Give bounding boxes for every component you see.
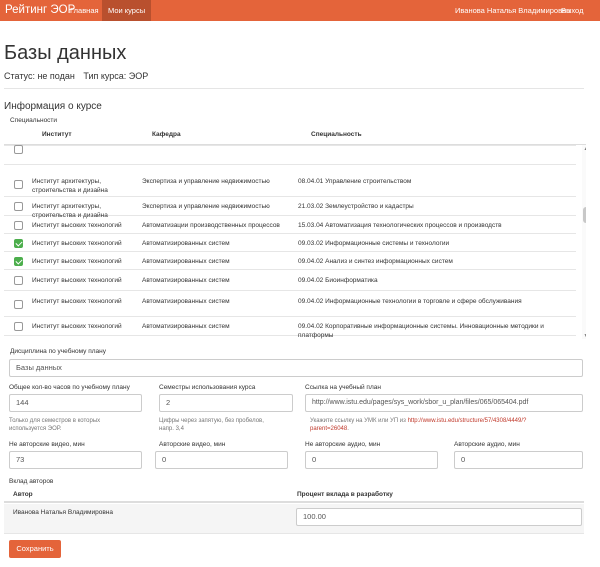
table-row[interactable]: Институт высоких технологий Автоматизиров…	[4, 317, 576, 339]
specialty-department: Автоматизированных систем	[142, 277, 230, 284]
plan-link-help-suffix: .	[347, 426, 349, 432]
specialty-checkbox[interactable]	[14, 338, 23, 339]
specialties-scrollbar[interactable]: ▲ ▼	[582, 145, 586, 339]
specialty-name: 09.03.02 Информационные системы и технол…	[298, 239, 450, 247]
specialty-checkbox[interactable]	[14, 238, 23, 248]
nav-my-courses-link[interactable]: Мои курсы	[102, 0, 152, 21]
non-author-audio-input[interactable]: 0	[305, 451, 438, 469]
author-name: Иванова Наталья Владимировна	[13, 509, 114, 516]
specialty-institute: Институт высоких технологий	[32, 298, 122, 305]
header-institute: Институт	[42, 131, 72, 138]
author-row: Иванова Наталья Владимировна 100.00	[4, 504, 584, 534]
semesters-input[interactable]: 2	[159, 394, 293, 412]
specialty-name: 15.03.04 Автоматизация технологических п…	[298, 221, 502, 229]
specialty-institute: Институт высоких технологий	[32, 221, 122, 229]
discipline-label: Дисциплина по учебному плану	[10, 348, 107, 355]
top-navbar: Рейтинг ЭОР Главная Мои курсы Иванова На…	[0, 0, 600, 21]
specialty-institute: Институт высоких технологий	[32, 239, 122, 247]
hours-input[interactable]: 144	[9, 394, 142, 412]
specialties-scroll-box[interactable]: Институт высоких технологий Вычислительно…	[4, 144, 586, 339]
semesters-label: Семестры использования курса	[159, 384, 256, 391]
table-row[interactable]: Институт архитектуры, строительства и ди…	[4, 171, 576, 197]
course-type: Тип курса: ЭОР	[83, 71, 149, 81]
table-row-clipped	[4, 145, 576, 165]
table-row[interactable]: Институт высоких технологий Автоматизиров…	[4, 270, 576, 291]
divider	[4, 88, 584, 89]
header-author: Автор	[13, 491, 33, 498]
scroll-up-arrow-icon[interactable]: ▲	[582, 145, 586, 153]
specialty-department: Экспертиза и управление недвижимостью	[142, 203, 270, 210]
course-status-line: Статус: не подан Тип курса: ЭОР	[4, 71, 154, 81]
specialty-department: Автоматизированных систем	[142, 323, 230, 330]
non-author-video-input[interactable]: 73	[9, 451, 142, 469]
header-percent: Процент вклада в разработку	[297, 491, 393, 498]
specialty-department: Экспертиза и управление недвижимостью	[142, 178, 270, 185]
scroll-down-arrow-icon[interactable]: ▼	[582, 332, 586, 339]
hours-label: Общее кол-во часов по учебному плану	[9, 384, 130, 391]
specialty-checkbox[interactable]	[14, 299, 23, 309]
non-author-video-label: Не авторские видео, мин	[9, 441, 85, 448]
specialty-checkbox[interactable]	[14, 220, 23, 230]
author-video-input[interactable]: 0	[155, 451, 288, 469]
course-status: Статус: не подан	[4, 71, 75, 81]
table-row[interactable]: Институт высоких технологий Автоматизиров…	[4, 291, 576, 317]
specialties-label: Специальности	[10, 117, 58, 124]
specialty-department: Автоматизированных систем	[142, 257, 230, 265]
author-audio-label: Авторские аудио, мин	[454, 441, 520, 448]
specialty-checkbox[interactable]	[14, 276, 23, 285]
section-title: Информация о курсе	[4, 101, 102, 112]
nav-home-link[interactable]: Главная	[64, 0, 105, 21]
nav-logout-link[interactable]: Выход	[555, 0, 589, 21]
non-author-audio-label: Не авторские аудио, мин	[305, 441, 381, 448]
table-row[interactable]: Институт архитектуры, строительства и ди…	[4, 197, 576, 219]
specialty-checkbox[interactable]	[14, 202, 23, 211]
specialty-institute: Институт высоких технологий	[32, 257, 122, 265]
plan-link-label: Ссылка на учебный план	[305, 384, 381, 391]
plan-link-input[interactable]: http://www.istu.edu/pages/sys_work/sbor_…	[305, 394, 583, 412]
specialty-checkbox[interactable]	[14, 179, 23, 189]
plan-link-help-prefix: Укажите ссылку на УМК или УП из	[310, 418, 406, 424]
authors-table-header: Автор Процент вклада в разработку	[4, 489, 584, 503]
header-department: Кафедра	[152, 131, 181, 138]
specialty-department: Автоматизированных систем	[142, 239, 230, 247]
specialty-name: 08.04.01 Управление строительством	[298, 178, 412, 185]
specialty-name: 09.04.02 Корпоративные информационные си…	[298, 323, 544, 339]
hours-help: Только для семестров в которых используе…	[9, 418, 101, 432]
author-audio-input[interactable]: 0	[454, 451, 583, 469]
specialty-name: 09.04.02 Анализ и синтез информационных …	[298, 257, 453, 265]
specialty-institute: Институт архитектуры, строительства и ди…	[32, 203, 108, 219]
specialty-department: Вычислительной техники	[142, 339, 292, 340]
specialty-department: Автоматизации производственных процессов	[142, 221, 280, 229]
scroll-thumb[interactable]	[583, 207, 586, 223]
semesters-help: Цифры через запятую, без пробелов, напр.…	[159, 418, 264, 432]
authors-section-label: Вклад авторов	[9, 478, 54, 485]
specialties-table-header: Институт Кафедра Специальность	[4, 128, 576, 144]
header-specialty: Специальность	[311, 131, 362, 138]
specialty-institute: Институт высоких технологий	[32, 277, 122, 284]
author-video-label: Авторские видео, мин	[159, 441, 226, 448]
save-button[interactable]: Сохранить	[9, 540, 61, 558]
page-title: Базы данных	[4, 42, 127, 64]
specialty-name: 09.04.02 Биоинформатика	[298, 277, 378, 284]
specialty-institute: Институт высоких технологий	[32, 323, 122, 330]
specialty-department: Автоматизированных систем	[142, 298, 230, 305]
discipline-input[interactable]: Базы данных	[9, 359, 583, 377]
specialty-name: 09.04.02 Информационные технологии в тор…	[298, 298, 522, 305]
author-percent-input[interactable]: 100.00	[296, 508, 582, 526]
specialty-checkbox[interactable]	[14, 256, 23, 266]
plan-link-help: Укажите ссылку на УМК или УП из http://w…	[310, 417, 535, 433]
specialty-institute: Институт архитектуры, строительства и ди…	[32, 178, 108, 194]
specialty-name: 21.03.02 Землеустройство и кадастры	[298, 203, 414, 210]
table-row[interactable]: Институт высоких технологий Автоматизиров…	[4, 234, 576, 252]
table-row[interactable]: Институт высоких технологий Автоматизиров…	[4, 252, 576, 270]
specialty-institute: Институт высоких технологий	[32, 339, 132, 340]
specialty-checkbox[interactable]	[14, 322, 23, 331]
